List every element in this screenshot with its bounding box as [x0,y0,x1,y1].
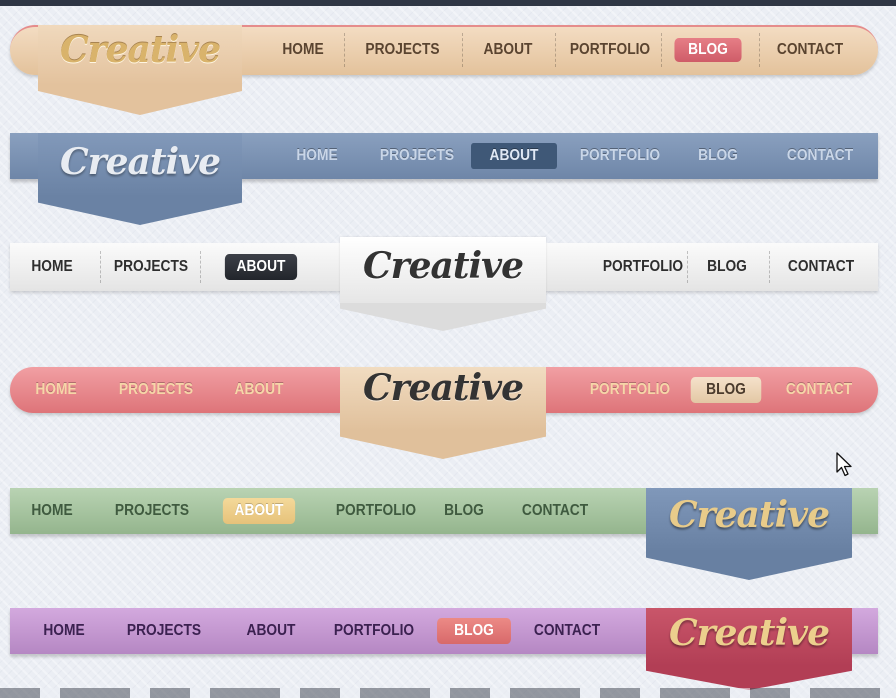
nav-item-portfolio[interactable]: PORTFOLIO [596,243,691,291]
nav-bar-purple: HOME PROJECTS ABOUT PORTFOLIO BLOG CONTA… [10,608,878,690]
nav-item-blog[interactable]: BLOG [692,133,744,179]
logo-text: Creative [363,367,524,409]
nav-item-blog[interactable]: BLOG [440,488,488,534]
nav-item-about-active[interactable]: ABOUT [470,133,558,179]
nav-item-blog-active[interactable]: BLOG [436,608,512,654]
ribbon-tip [646,666,852,690]
nav-item-projects[interactable]: PROJECTS [112,488,191,534]
nav-item-projects[interactable]: PROJECTS [124,608,203,654]
nav-item-blog-active[interactable]: BLOG [672,25,744,75]
nav-item-blog[interactable]: BLOG [698,243,756,291]
nav-item-about[interactable]: ABOUT [241,608,301,654]
ribbon-tip [340,431,546,459]
nav-item-home[interactable]: HOME [28,488,76,534]
nav-item-home[interactable]: HOME [32,367,80,413]
nav-item-contact[interactable]: CONTACT [782,243,859,291]
nav-item-projects[interactable]: PROJECTS [116,367,195,413]
nav-item-home[interactable]: HOME [28,243,76,291]
nav-item-home[interactable]: HOME [40,608,88,654]
logo-ribbon[interactable]: Creative [340,237,546,331]
nav-item-contact[interactable]: CONTACT [781,133,858,179]
nav-item-about[interactable]: ABOUT [478,25,538,75]
logo-ribbon[interactable]: Creative [340,367,546,459]
logo-ribbon[interactable]: Creative [646,488,852,580]
nav-item-portfolio[interactable]: PORTFOLIO [587,367,673,413]
logo-ribbon[interactable]: Creative [646,608,852,690]
nav-bar-pink: HOME PROJECTS ABOUT PORTFOLIO BLOG CONTA… [10,367,878,459]
nav-item-projects[interactable]: PROJECTS [375,133,459,179]
logo-text: Creative [669,612,830,654]
nav-divider [555,33,556,67]
nav-divider [462,33,463,67]
nav-item-portfolio[interactable]: PORTFOLIO [577,133,663,179]
ribbon-tip [38,197,242,225]
logo-text: Creative [363,245,524,287]
nav-divider [759,33,760,67]
nav-bar-tan: HOME PROJECTS ABOUT PORTFOLIO BLOG CONTA… [10,25,878,115]
logo-text: Creative [60,141,221,183]
nav-item-contact[interactable]: CONTACT [780,367,857,413]
nav-item-portfolio[interactable]: PORTFOLIO [567,25,653,75]
nav-item-about-active[interactable]: ABOUT [220,488,297,534]
nav-divider [200,250,201,284]
nav-item-contact[interactable]: CONTACT [516,488,593,534]
mouse-pointer-icon [836,452,852,477]
nav-item-contact[interactable]: CONTACT [771,25,848,75]
nav-bar-green: HOME PROJECTS ABOUT PORTFOLIO BLOG CONTA… [10,488,878,580]
logo-ribbon[interactable]: Creative [38,25,242,115]
ribbon-tip [646,552,852,580]
nav-item-portfolio[interactable]: PORTFOLIO [331,608,417,654]
nav-divider [100,250,101,284]
logo-ribbon[interactable]: Creative [38,133,242,225]
logo-text: Creative [669,494,830,536]
nav-divider [661,33,662,67]
nav-item-projects[interactable]: PROJECTS [112,243,189,291]
nav-divider [687,250,688,284]
nav-item-home[interactable]: HOME [287,133,347,179]
nav-item-portfolio[interactable]: PORTFOLIO [333,488,419,534]
bottom-cut-off-row [0,688,896,698]
top-dark-strip [0,0,896,6]
nav-bar-grey: HOME PROJECTS ABOUT PORTFOLIO BLOG CONTA… [10,237,878,331]
ribbon-tip [340,303,546,331]
nav-divider [769,250,770,284]
nav-item-about[interactable]: ABOUT [229,367,289,413]
nav-divider [344,33,345,67]
nav-item-blog-active[interactable]: BLOG [690,367,762,413]
nav-item-about-active[interactable]: ABOUT [222,243,299,291]
nav-bar-blue: HOME PROJECTS ABOUT PORTFOLIO BLOG CONTA… [10,133,878,225]
ribbon-tip [38,85,242,115]
nav-item-projects[interactable]: PROJECTS [362,25,444,75]
nav-item-contact[interactable]: CONTACT [528,608,605,654]
nav-item-home[interactable]: HOME [273,25,333,75]
logo-text: Creative [60,29,221,71]
